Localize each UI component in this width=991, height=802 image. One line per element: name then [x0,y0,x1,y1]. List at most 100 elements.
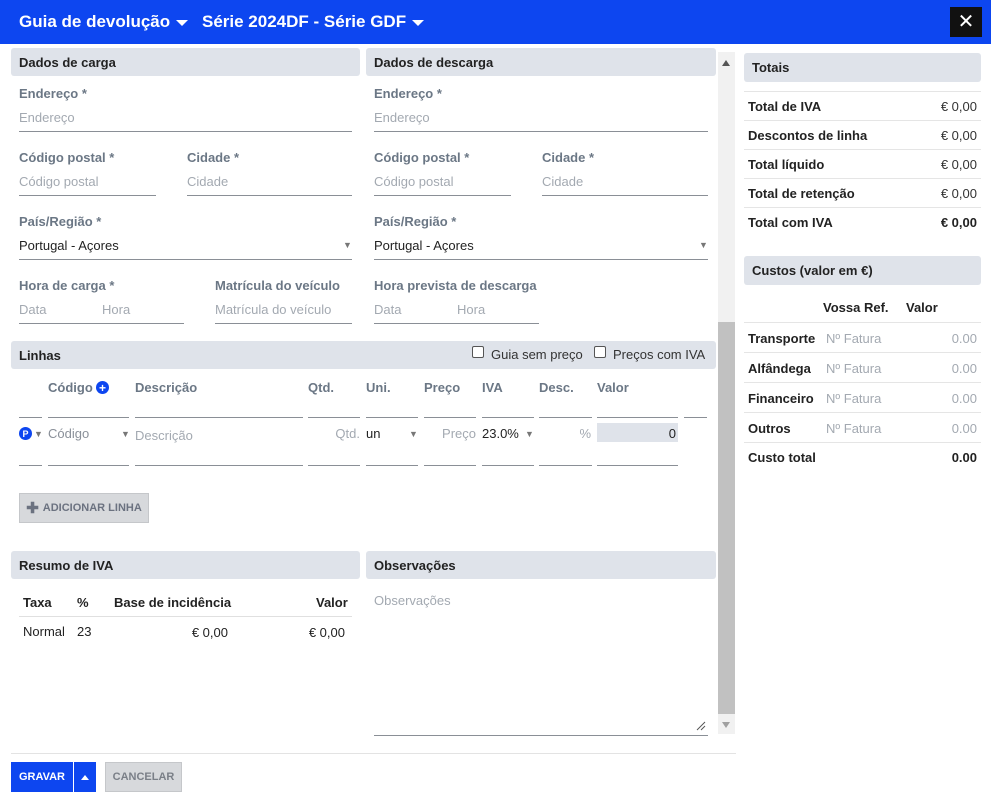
carga-date-input[interactable]: Data [19,302,46,317]
total-retencao-row: Total de retenção € 0,00 [744,178,981,207]
carga-country-label: País/Região * [19,214,102,229]
input-underline [19,465,42,466]
input-underline [374,735,708,736]
resize-handle-icon[interactable] [696,721,706,731]
descarga-date-input[interactable]: Data [374,302,401,317]
chevron-down-icon: ▼ [409,429,418,439]
precos-com-iva-checkbox[interactable] [594,346,606,358]
custo-ref-input[interactable]: Nº Fatura [826,361,881,376]
total-label: Total de IVA [748,99,822,114]
input-underline [374,323,539,324]
chevron-down-icon [176,20,189,26]
descarga-postal-input[interactable]: Código postal [374,174,454,189]
descarga-hour-input[interactable]: Hora [457,302,485,317]
input-underline [374,259,708,260]
total-value: € 0,00 [940,157,977,172]
chevron-down-icon: ▼ [121,429,130,439]
col-codigo: Código [48,380,93,395]
scroll-up-icon[interactable] [722,60,730,66]
plus-icon: ✚ [26,499,39,517]
precos-com-iva-label: Preços com IVA [613,347,706,362]
custo-ref-input[interactable]: Nº Fatura [826,391,881,406]
section-header-resumo-iva: Resumo de IVA [11,551,360,579]
divider [19,616,352,617]
close-button[interactable]: ✕ [950,7,982,37]
resumo-row-valor: € 0,00 [308,625,345,640]
custo-value-input[interactable]: 0.00 [952,331,977,346]
scrollbar-thumb[interactable] [718,322,735,714]
close-icon: ✕ [957,11,975,33]
line-descricao-input[interactable]: Descrição [135,428,193,443]
total-label: Total com IVA [748,215,833,230]
carga-country-select[interactable]: Portugal - Açores [19,238,119,253]
observacoes-textarea[interactable]: Observações [374,593,451,608]
resumo-col-pct: % [77,595,89,610]
input-underline [19,131,352,132]
custo-label: Outros [748,421,791,436]
save-options-button[interactable] [74,762,96,792]
save-button[interactable]: GRAVAR [11,762,73,792]
resumo-col-base: Base de incidência [114,595,232,610]
section-header-carga: Dados de carga [11,48,360,76]
guia-sem-preco-checkbox[interactable] [472,346,484,358]
input-underline [424,417,476,418]
cancel-button[interactable]: CANCELAR [105,762,182,792]
product-type-badge[interactable]: P [19,427,32,440]
input-underline [684,417,707,418]
custo-ref-input[interactable]: Nº Fatura [826,331,881,346]
carga-time-label: Hora de carga * [19,278,115,293]
linhas-title: Linhas [19,348,61,363]
chevron-up-icon [81,774,89,780]
custo-value-input[interactable]: 0.00 [952,421,977,436]
input-underline [19,195,156,196]
carga-postal-input[interactable]: Código postal [19,174,99,189]
section-header-observacoes: Observações [366,551,716,579]
line-unit-select[interactable]: un [366,426,380,441]
series-selector[interactable]: Série 2024DF - Série GDF [202,12,425,32]
descarga-postal-label: Código postal * [374,150,470,165]
custo-total-row: Custo total 0.00 [744,442,981,472]
total-value: € 0,00 [940,99,977,114]
line-valor-value: 0 [668,426,676,441]
descarga-address-label: Endereço * [374,86,442,101]
col-preco: Preço [424,380,461,395]
document-type-selector[interactable]: Guia de devolução [19,12,189,32]
scroll-down-icon[interactable] [722,722,730,728]
carga-hour-input[interactable]: Hora [102,302,130,317]
line-desc-input[interactable]: % [539,426,591,441]
col-iva: IVA [482,380,503,395]
add-product-icon[interactable]: + [96,381,109,394]
line-qtd-input[interactable]: Qtd. [308,426,360,441]
col-valor: Valor [597,380,629,395]
custo-value-input[interactable]: 0.00 [952,391,977,406]
resumo-row-pct: 23 [77,624,92,639]
custo-financeiro-row: Financeiro Nº Fatura 0.00 [744,382,981,412]
input-underline [187,195,352,196]
carga-plate-input[interactable]: Matrícula do veículo [215,302,331,317]
input-underline [366,417,418,418]
input-underline [215,323,352,324]
carga-address-label: Endereço * [19,86,87,101]
chevron-down-icon [412,20,425,26]
descarga-country-select[interactable]: Portugal - Açores [374,238,474,253]
line-codigo-input[interactable]: Código [48,426,89,441]
custo-outros-row: Outros Nº Fatura 0.00 [744,412,981,442]
descarga-city-input[interactable]: Cidade [542,174,583,189]
input-underline [135,465,303,466]
input-underline [424,465,476,466]
descarga-city-label: Cidade * [542,150,595,165]
section-header-custos: Custos (valor em €) [744,256,981,285]
line-iva-select[interactable]: 23.0% [482,426,519,441]
input-underline [48,465,129,466]
col-desc: Desc. [539,380,574,395]
custo-value-input[interactable]: 0.00 [952,361,977,376]
total-liquido-row: Total líquido € 0,00 [744,149,981,178]
carga-city-input[interactable]: Cidade [187,174,228,189]
descarga-address-input[interactable]: Endereço [374,110,430,125]
line-preco-input[interactable]: Preço [424,426,476,441]
carga-address-input[interactable]: Endereço [19,110,75,125]
custo-label: Alfândega [748,361,811,376]
add-line-button[interactable]: ✚ ADICIONAR LINHA [19,493,149,523]
custo-ref-input[interactable]: Nº Fatura [826,421,881,436]
carga-plate-label: Matrícula do veículo [215,278,340,293]
